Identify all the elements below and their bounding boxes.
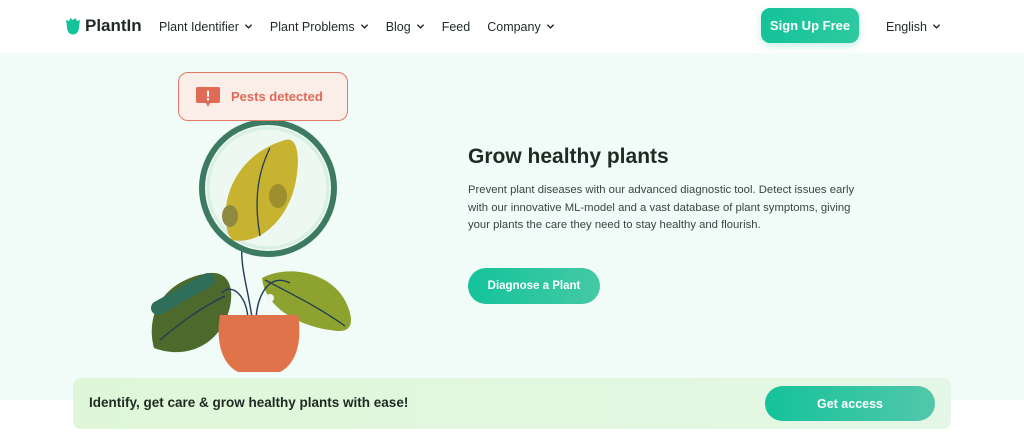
pest-detected-badge: Pests detected — [178, 72, 348, 121]
main-nav: Plant Identifier Plant Problems Blog Fee… — [159, 0, 555, 53]
signup-button[interactable]: Sign Up Free — [761, 8, 859, 43]
nav-item-feed[interactable]: Feed — [442, 20, 471, 34]
plant-pot — [218, 315, 300, 372]
nav-item-company[interactable]: Company — [487, 20, 555, 34]
nav-item-plant-identifier[interactable]: Plant Identifier — [159, 20, 253, 34]
nav-item-label: Feed — [441, 19, 471, 34]
alert-icon — [196, 86, 220, 107]
language-label: English — [886, 19, 927, 34]
banner-text: Identify, get care & grow healthy plants… — [89, 395, 409, 410]
signup-banner: Identify, get care & grow healthy plants… — [73, 378, 951, 429]
nav-item-label: Company — [487, 19, 541, 34]
diagnose-plant-button[interactable]: Diagnose a Plant — [468, 268, 600, 304]
site-header: PlantIn Plant Identifier Plant Problems … — [0, 0, 1024, 53]
nav-item-plant-problems[interactable]: Plant Problems — [270, 20, 369, 34]
pest-badge-text: Pests detected — [231, 89, 323, 104]
nav-item-label: Plant Identifier — [159, 19, 239, 34]
nav-item-label: Blog — [385, 19, 411, 34]
nav-item-label: Plant Problems — [269, 19, 355, 34]
hero-title: Grow healthy plants — [468, 145, 669, 168]
chevron-down-icon — [360, 24, 368, 29]
language-selector[interactable]: English — [886, 0, 941, 53]
get-access-button[interactable]: Get access — [765, 386, 935, 421]
chevron-down-icon — [245, 24, 252, 29]
plantin-logo-icon — [66, 17, 80, 34]
brand-name: PlantIn — [85, 16, 142, 35]
chevron-down-icon — [546, 24, 554, 29]
nav-item-blog[interactable]: Blog — [386, 20, 425, 34]
chevron-down-icon — [416, 24, 424, 29]
brand-logo[interactable]: PlantIn — [66, 15, 142, 37]
chevron-down-icon — [933, 24, 940, 29]
hero-description: Prevent plant diseases with our advanced… — [468, 184, 855, 231]
